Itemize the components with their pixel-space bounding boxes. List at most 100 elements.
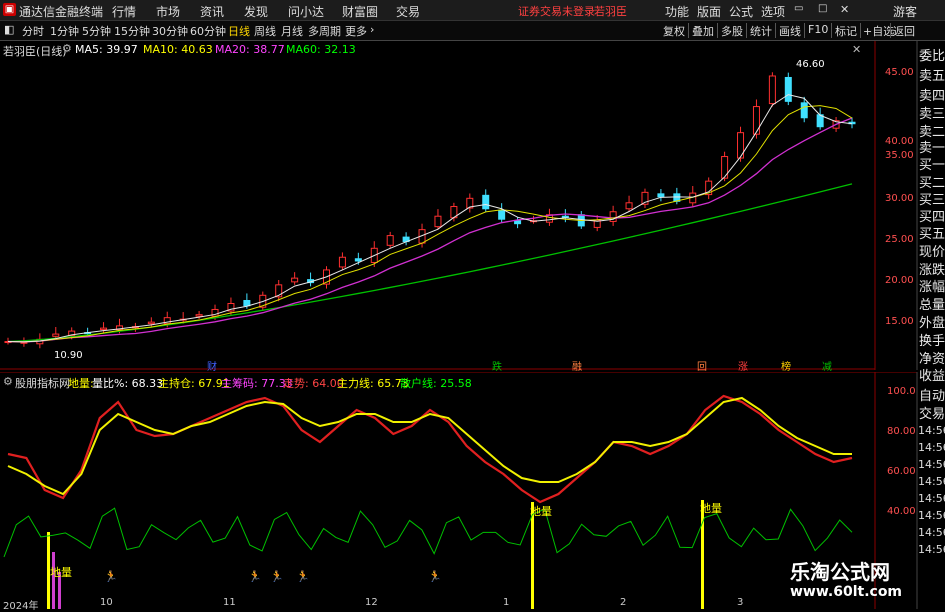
close-icon[interactable]: ✕	[840, 3, 849, 16]
menu-trade[interactable]: 交易	[396, 3, 420, 20]
panel-item[interactable]: 买五	[919, 223, 945, 242]
period-more[interactable]: 更多	[345, 23, 367, 39]
btn-multi-stock[interactable]: 多股	[721, 23, 743, 39]
period-monthly[interactable]: 月线	[281, 23, 303, 39]
divider	[717, 23, 718, 38]
date-label: 12	[365, 597, 378, 608]
menu-function[interactable]: 功能	[665, 3, 689, 20]
candle-body	[800, 102, 808, 119]
gear-icon[interactable]: ⚙	[62, 42, 72, 55]
period-multi[interactable]: 多周期	[308, 23, 341, 39]
divider	[804, 23, 805, 38]
price-tick: 20.00	[885, 275, 914, 286]
indicator-field: 量比%: 68.33	[92, 377, 164, 390]
menu-wealth[interactable]: 财富圈	[342, 3, 378, 20]
panel-item[interactable]: 现价	[919, 241, 945, 260]
trend-line	[7, 394, 853, 504]
date-label: 10	[100, 597, 113, 608]
menu-layout[interactable]: 版面	[697, 3, 721, 20]
btn-draw[interactable]: 画线	[779, 23, 801, 39]
ma60-line	[7, 183, 853, 343]
price-tick: 15.00	[885, 316, 914, 327]
maximize-icon[interactable]: □	[818, 3, 827, 14]
close-chart-icon[interactable]: ✕	[852, 43, 861, 56]
indicator-name: 股朋指标网	[15, 377, 70, 390]
guest-label[interactable]: 游客	[893, 3, 917, 20]
main-force-line	[7, 396, 852, 496]
date-label: 2	[620, 597, 627, 608]
indicator-field: 主筹码: 77.33	[221, 377, 293, 390]
event-marker[interactable]: 财	[207, 358, 217, 373]
runner-icon: 🏃	[428, 570, 442, 583]
minimize-icon[interactable]: ▭	[794, 3, 803, 14]
event-marker[interactable]: 融	[572, 358, 582, 373]
panel-item[interactable]: 外盘	[919, 312, 945, 331]
low-volume-marker: 地量	[530, 505, 552, 518]
candle-body	[768, 75, 776, 105]
candle-body	[784, 76, 792, 102]
btn-f10[interactable]: F10	[808, 23, 828, 36]
event-marker[interactable]: 榜	[781, 358, 791, 373]
indicator-tick: 40.00	[887, 506, 916, 517]
date-label: 2024年	[3, 601, 39, 612]
event-marker[interactable]: 减	[822, 358, 832, 373]
panel-item[interactable]: 委比	[919, 45, 945, 64]
candle-body	[354, 258, 362, 262]
panel-item[interactable]: 总量	[919, 294, 945, 313]
period-5min[interactable]: 5分钟	[82, 23, 111, 39]
period-30min[interactable]: 30分钟	[152, 23, 188, 39]
candlestick-chart[interactable]	[0, 41, 945, 370]
chevron-right-icon[interactable]: ›	[370, 23, 374, 36]
low-price-label: 10.90	[54, 350, 83, 361]
runner-icon: 🏃	[104, 570, 118, 583]
runner-icon: 🏃	[296, 570, 310, 583]
panel-item[interactable]: 换手	[919, 330, 945, 349]
candle-body	[338, 256, 346, 268]
menu-formula[interactable]: 公式	[729, 3, 753, 20]
menu-market[interactable]: 市场	[156, 3, 180, 20]
event-marker[interactable]: 回	[697, 358, 707, 373]
panel-item[interactable]: 买一	[919, 154, 945, 173]
period-weekly[interactable]: 周线	[254, 23, 276, 39]
panel-item[interactable]: 涨幅	[919, 276, 945, 295]
candle-body	[609, 211, 617, 222]
btn-adjust[interactable]: 复权	[663, 23, 685, 39]
price-tick: 45.00	[885, 67, 914, 78]
period-60min[interactable]: 60分钟	[190, 23, 226, 39]
candle-body	[657, 193, 665, 198]
app-logo-icon: ▣	[3, 3, 16, 16]
menu-options[interactable]: 选项	[761, 3, 785, 20]
btn-mark[interactable]: 标记	[835, 23, 857, 39]
period-15min[interactable]: 15分钟	[114, 23, 150, 39]
divider	[831, 23, 832, 38]
btn-stats[interactable]: 统计	[750, 23, 772, 39]
runner-icon: 🏃	[270, 570, 284, 583]
event-marker[interactable]: 涨	[738, 358, 748, 373]
period-daily[interactable]: 日线	[228, 23, 250, 39]
menu-market-quotes[interactable]: 行情	[112, 3, 136, 20]
candle-body	[514, 220, 522, 225]
price-tick: 25.00	[885, 234, 914, 245]
period-1min[interactable]: 1分钟	[50, 23, 79, 39]
gear-icon[interactable]: ⚙	[3, 375, 13, 388]
btn-back[interactable]: 返回	[893, 23, 915, 39]
ma10-legend: MA10: 40.63	[143, 43, 213, 56]
candle-body	[625, 202, 633, 210]
ma5-legend: MA5: 39.97	[75, 43, 138, 56]
toolbar-menu-icon[interactable]: ◧	[4, 23, 14, 36]
period-intraday[interactable]: 分时	[22, 23, 44, 39]
candle-body	[147, 321, 155, 325]
indicator-field: 主持仓: 67.91	[158, 377, 230, 390]
indicator-field: 主力线: 65.73	[337, 377, 409, 390]
runner-icon: 🏃	[248, 570, 262, 583]
menu-ask[interactable]: 问小达	[288, 3, 324, 20]
panel-item[interactable]: 卖四	[919, 85, 945, 104]
event-marker[interactable]: 跌	[492, 358, 502, 373]
menu-news[interactable]: 资讯	[200, 3, 224, 20]
btn-overlay[interactable]: 叠加	[692, 23, 714, 39]
panel-item[interactable]: 卖三	[919, 103, 945, 122]
menu-discover[interactable]: 发现	[244, 3, 268, 20]
login-notice[interactable]: 证券交易未登录	[518, 3, 595, 19]
panel-item[interactable]: 卖五	[919, 65, 945, 84]
indicator-bar	[52, 552, 55, 609]
